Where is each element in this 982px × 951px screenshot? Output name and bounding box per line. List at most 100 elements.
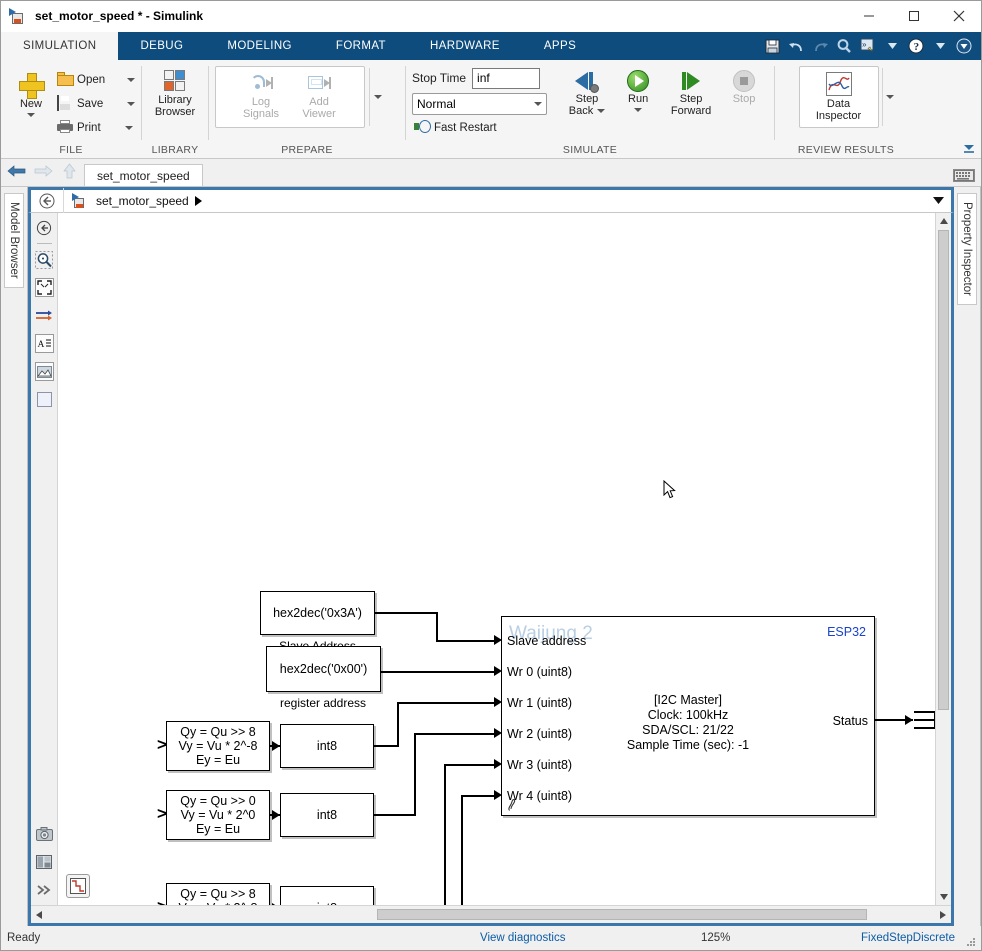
ribbon-collapse-button[interactable] — [961, 140, 977, 156]
editor-nav-row: set_motor_speed — [1, 159, 981, 187]
fit-to-view-icon[interactable] — [34, 278, 54, 297]
i2c-master-block[interactable]: Waijung 2 ESP32 Slave address Wr 0 (uint… — [501, 616, 875, 816]
area-icon[interactable] — [35, 390, 54, 409]
shift-arithmetic-block-3[interactable]: Qy = Qu >> 8 Vy = Vu * 2^-8 Ey = Eu — [166, 883, 270, 905]
shortcuts-dropdown-caret[interactable] — [881, 35, 903, 57]
add-viewer-button[interactable]: Add Viewer — [295, 72, 343, 123]
library-browser-button[interactable]: Library Browser — [149, 64, 201, 121]
zoom-in-icon[interactable] — [35, 250, 54, 269]
zoom-level[interactable]: 125% — [701, 932, 730, 944]
back-arrow-icon[interactable] — [7, 163, 26, 182]
chevron-right-icon[interactable] — [194, 196, 202, 206]
save-icon[interactable] — [761, 35, 783, 57]
up-arrow-icon[interactable] — [61, 162, 78, 182]
block-label-register-address: register address — [279, 696, 367, 710]
ribbon-group-file: New Open Save Print FILE — [1, 60, 141, 158]
view-diagnostics-link[interactable]: View diagnostics — [480, 932, 565, 944]
panel-tab-model-browser[interactable]: Model Browser — [4, 193, 24, 288]
show-more-icon[interactable] — [953, 35, 975, 57]
canvas-horizontal-scrollbar[interactable] — [31, 905, 951, 923]
keyboard-icon[interactable] — [953, 169, 975, 182]
data-inspector-button[interactable]: Data Inspector — [810, 70, 867, 125]
block-info-line-4: Sample Time (sec): -1 — [626, 738, 750, 752]
print-dropdown-caret[interactable] — [124, 126, 133, 130]
document-tab-set-motor-speed[interactable]: set_motor_speed — [84, 164, 203, 186]
search-icon[interactable] — [833, 35, 855, 57]
cast-block-2[interactable]: int8 — [280, 793, 374, 837]
step-forward-button[interactable]: Step Forward — [662, 66, 720, 120]
horizontal-scroll-thumb[interactable] — [377, 909, 867, 920]
step-forward-label-1: Step — [679, 93, 703, 105]
tab-apps[interactable]: APPS — [522, 32, 598, 60]
help-icon[interactable]: ? — [905, 35, 927, 57]
window-controls — [846, 1, 981, 32]
navigate-back-icon[interactable] — [35, 218, 54, 237]
shift-arithmetic-block-1[interactable]: Qy = Qu >> 8 Vy = Vu * 2^-8 Ey = Eu — [166, 721, 270, 771]
fast-restart-button[interactable]: Fast Restart — [412, 118, 548, 138]
constant-block-slave-address[interactable]: hex2dec('0x3A') — [260, 591, 375, 635]
scroll-right-button[interactable] — [935, 907, 951, 923]
cast-block-3[interactable]: int8 — [280, 886, 374, 905]
tab-debug[interactable]: DEBUG — [118, 32, 205, 60]
cast-block-1[interactable]: int8 — [280, 724, 374, 768]
scroll-left-button[interactable] — [31, 907, 47, 923]
shift-arithmetic-block-2[interactable]: Qy = Qu >> 0 Vy = Vu * 2^0 Ey = Eu — [166, 790, 270, 840]
undo-icon[interactable] — [785, 35, 807, 57]
prepare-overflow-caret[interactable] — [374, 95, 382, 99]
open-dropdown-caret[interactable] — [127, 78, 136, 82]
scroll-down-button[interactable] — [936, 889, 952, 905]
log-signals-button[interactable]: Log Signals — [237, 72, 285, 123]
terminator-inport-arrow — [905, 715, 913, 725]
run-dropdown-caret[interactable] — [634, 108, 643, 112]
canvas-vertical-scrollbar[interactable] — [935, 213, 951, 905]
breadcrumb-dropdown-caret[interactable] — [925, 188, 951, 214]
help-dropdown-caret[interactable] — [929, 35, 951, 57]
toolbar-divider — [36, 243, 52, 244]
vertical-scroll-thumb[interactable] — [938, 230, 949, 710]
run-button[interactable]: Run — [614, 66, 662, 115]
model-canvas[interactable]: hex2dec('0x3A') Slave Address hex2dec('0… — [58, 213, 935, 905]
stop-time-input[interactable]: inf — [472, 67, 541, 89]
new-dropdown-caret[interactable] — [27, 113, 35, 117]
save-button[interactable]: Save — [55, 92, 137, 116]
forward-arrow-icon[interactable] — [34, 163, 53, 182]
image-icon[interactable] — [34, 362, 54, 381]
shortcuts-icon[interactable]: » — [857, 35, 879, 57]
maximize-button[interactable] — [891, 1, 936, 32]
new-button[interactable]: New — [7, 64, 55, 120]
camera-snapshot-icon[interactable] — [35, 824, 54, 843]
minimize-button[interactable] — [846, 1, 891, 32]
open-button[interactable]: Open — [55, 68, 137, 92]
print-button[interactable]: Print — [55, 116, 137, 140]
save-dropdown-caret[interactable] — [127, 102, 136, 106]
review-results-overflow-caret[interactable] — [885, 95, 894, 99]
redo-icon[interactable] — [809, 35, 831, 57]
layout-panes-icon[interactable] — [35, 852, 54, 871]
scroll-up-button[interactable] — [936, 213, 952, 229]
stop-button[interactable]: Stop — [720, 66, 768, 108]
cast-block-2-inport — [272, 810, 280, 820]
expand-more-icon[interactable] — [35, 880, 54, 899]
terminator-block[interactable] — [914, 711, 935, 729]
breadcrumb-back-button[interactable] — [31, 188, 64, 214]
tab-simulation[interactable]: SIMULATION — [1, 32, 119, 60]
sim-mode-caret[interactable] — [534, 102, 542, 106]
tab-hardware[interactable]: HARDWARE — [408, 32, 522, 60]
tab-format[interactable]: FORMAT — [314, 32, 408, 60]
step-back-button[interactable]: Step Back — [560, 66, 614, 120]
panel-tab-property-inspector[interactable]: Property Inspector — [957, 193, 977, 305]
stop-time-row: Stop Time inf — [412, 66, 548, 90]
annotation-icon[interactable]: A — [34, 334, 54, 353]
solver-label[interactable]: FixedStepDiscrete — [861, 932, 955, 944]
close-button[interactable] — [936, 1, 981, 32]
sim-mode-value: Normal — [417, 97, 456, 111]
tab-modeling[interactable]: MODELING — [205, 32, 314, 60]
sim-mode-select[interactable]: Normal — [412, 93, 547, 115]
step-back-caret[interactable] — [597, 109, 606, 113]
constant-block-register-address[interactable]: hex2dec('0x00') — [266, 646, 381, 692]
signal-lines-icon[interactable] — [35, 306, 54, 325]
svg-text:A: A — [37, 340, 44, 350]
resize-grip[interactable] — [966, 937, 976, 947]
stairstep-signal-icon[interactable] — [66, 874, 90, 898]
breadcrumb-path[interactable]: set_motor_speed — [96, 194, 189, 208]
